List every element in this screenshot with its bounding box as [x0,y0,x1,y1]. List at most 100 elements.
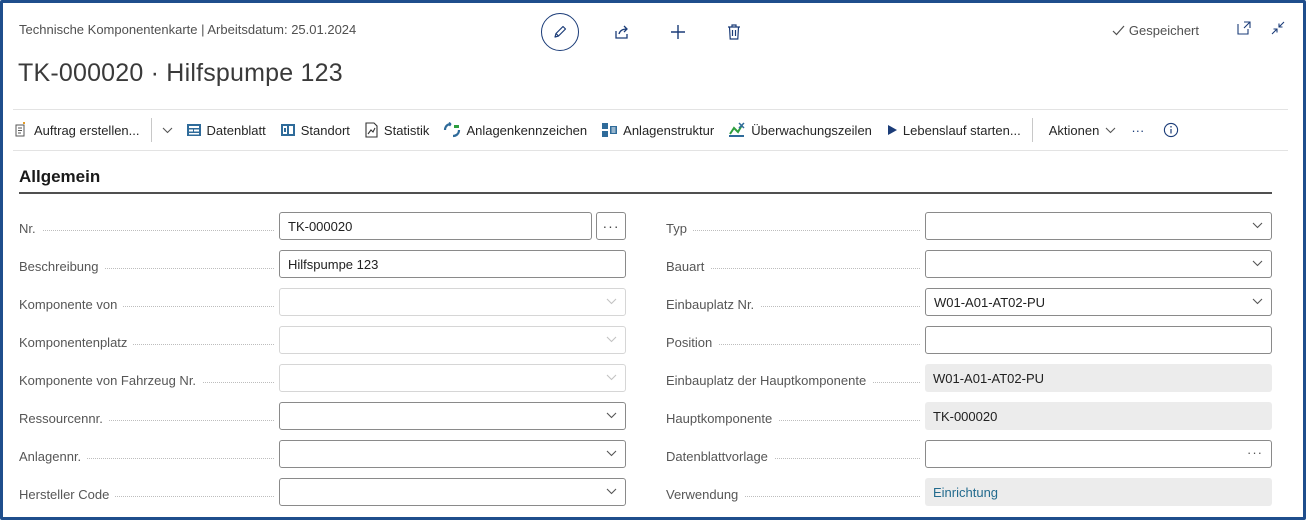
asset-structure-label: Anlagenstruktur [623,122,715,138]
description-input[interactable]: Hilfspumpe 123 [279,250,626,278]
chevron-down-icon [1252,222,1263,229]
asset-tag-action[interactable]: Anlagenkennzeichen [436,110,594,150]
field-label-typ: Typ [666,221,920,236]
component-of-select[interactable] [279,288,626,316]
share-button[interactable] [611,21,633,43]
create-order-dropdown[interactable] [156,127,179,134]
pencil-icon [554,25,567,38]
manufacturer-code-select[interactable] [279,478,626,506]
field-label-hersteller-code: Hersteller Code [19,487,274,502]
datasheet-label: Datenblatt [206,122,266,138]
trash-icon [728,24,740,40]
field-label-einbauplatz-hauptkomponente: Einbauplatz der Hauptkomponente [666,373,920,388]
design-select[interactable] [925,250,1272,278]
info-icon [1164,122,1179,138]
chevron-down-icon [606,412,617,419]
page-frame: Technische Komponentenkarte | Arbeitsdat… [0,0,1306,520]
monitoring-lines-label: Überwachungszeilen [751,122,872,138]
field-label-einbauplatz-nr: Einbauplatz Nr. [666,297,920,312]
chevron-down-icon [1252,260,1263,267]
page-title: TK-000020 · Hilfspumpe 123 [18,59,343,87]
start-lifecycle-label: Lebenslauf starten... [902,122,1021,138]
statistics-icon [365,122,378,138]
datasheet-action[interactable]: Datenblatt [179,110,273,150]
separator [1031,118,1033,142]
chevron-down-icon [606,374,617,381]
actions-menu-label: Aktionen [1048,122,1100,138]
tag-icon [444,122,461,138]
installation-place-value: W01-A01-AT02-PU [934,294,1046,310]
field-label-datenblattvorlage: Datenblattvorlage [666,449,920,464]
section-divider [19,192,1272,194]
create-order-label: Auftrag erstellen... [34,122,140,138]
field-label-position: Position [666,335,920,350]
create-order-action[interactable]: Auftrag erstellen... [13,110,147,150]
field-label-anlagennr: Anlagennr. [19,449,274,464]
installation-place-select[interactable]: W01-A01-AT02-PU [925,288,1272,316]
action-bar: Auftrag erstellen... Datenblatt Standort… [13,109,1288,151]
statistics-label: Statistik [383,122,430,138]
location-action[interactable]: Standort [273,110,357,150]
field-label-nr: Nr. [19,221,274,236]
more-options-button[interactable]: ··· [1123,110,1151,150]
open-in-new-window-icon [1237,21,1251,35]
asset-structure-action[interactable]: Anlagenstruktur [594,110,721,150]
main-component-place-value: W01-A01-AT02-PU [925,364,1272,392]
field-label-beschreibung: Beschreibung [19,259,274,274]
chevron-down-icon [606,488,617,495]
new-button[interactable] [667,21,689,43]
share-icon [615,25,628,39]
field-label-bauart: Bauart [666,259,920,274]
vehicle-component-select[interactable] [279,364,626,392]
save-status-label: Gespeichert [1128,23,1199,38]
field-label-ressourcennr: Ressourcennr. [19,411,274,426]
field-label-verwendung: Verwendung [666,487,920,502]
field-label-komponente-von-fahrzeug: Komponente von Fahrzeug Nr. [19,373,274,388]
nr-assist-button[interactable]: ··· [596,212,626,240]
start-lifecycle-action[interactable]: Lebenslauf starten... [879,110,1028,150]
component-place-select[interactable] [279,326,626,354]
field-label-hauptkomponente: Hauptkomponente [666,411,920,426]
location-icon [280,124,295,136]
nr-value: TK-000020 [288,218,353,234]
edit-button[interactable] [541,13,579,51]
play-icon [887,125,897,135]
actions-menu[interactable]: Aktionen [1037,110,1124,150]
description-value: Hilfspumpe 123 [288,256,379,272]
nr-input[interactable]: TK-000020 [279,212,592,240]
field-label-komponentenplatz: Komponentenplatz [19,335,274,350]
position-input[interactable] [925,326,1272,354]
chevron-down-icon [606,336,617,343]
plus-icon [671,25,685,39]
chevron-down-icon [606,450,617,457]
collapse-icon [1271,21,1285,35]
delete-button[interactable] [723,21,745,43]
resource-no-select[interactable] [279,402,626,430]
asset-tag-label: Anlagenkennzeichen [466,122,588,138]
type-select[interactable] [925,212,1272,240]
more-options-label: ··· [1131,122,1145,138]
location-label: Standort [300,122,350,138]
statistics-action[interactable]: Statistik [357,110,437,150]
datasheet-template-assist-button[interactable]: ··· [1247,445,1263,460]
save-status: Gespeichert [1112,23,1199,38]
usage-value[interactable]: Einrichtung [925,478,1272,506]
chevron-down-icon [1252,298,1263,305]
breadcrumb: Technische Komponentenkarte | Arbeitsdat… [19,22,357,37]
section-title-general: Allgemein [19,167,101,186]
new-order-icon [15,122,25,137]
chevron-down-icon [606,298,617,305]
main-component-value: TK-000020 [925,402,1272,430]
structure-icon [602,123,618,137]
info-button[interactable] [1151,110,1191,150]
chevron-down-icon [1105,127,1116,133]
top-action-group [541,13,779,51]
field-label-komponente-von: Komponente von [19,297,274,312]
separator [150,118,152,142]
checkmark-icon [1112,25,1125,36]
asset-no-select[interactable] [279,440,626,468]
collapse-button[interactable] [1271,21,1285,35]
datasheet-template-input[interactable]: ··· [925,440,1272,468]
monitoring-lines-action[interactable]: Überwachungszeilen [721,110,879,150]
open-new-window-button[interactable] [1237,21,1251,35]
